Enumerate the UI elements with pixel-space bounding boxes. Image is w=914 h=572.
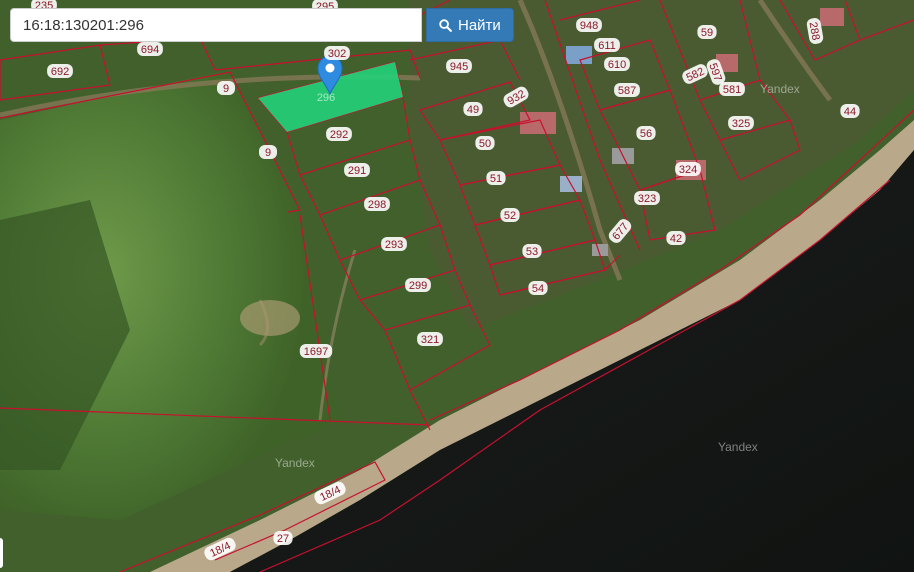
parcel-label-610: 610 — [604, 57, 630, 71]
svg-text:298: 298 — [368, 199, 386, 211]
svg-text:44: 44 — [844, 106, 856, 118]
svg-text:293: 293 — [385, 239, 403, 251]
svg-text:945: 945 — [450, 61, 468, 73]
yandex-watermark-2: Yandex — [718, 440, 758, 454]
svg-text:59: 59 — [701, 27, 713, 39]
svg-text:323: 323 — [638, 193, 656, 205]
svg-text:1697: 1697 — [304, 346, 328, 358]
svg-text:9: 9 — [223, 83, 229, 95]
svg-text:299: 299 — [409, 280, 427, 292]
yandex-watermark-1: Yandex — [275, 456, 315, 470]
svg-text:56: 56 — [640, 128, 652, 140]
parcel-label-945: 945 — [446, 59, 472, 73]
parcel-label-298: 298 — [364, 197, 390, 211]
svg-text:50: 50 — [479, 138, 491, 150]
parcel-label-1697: 1697 — [299, 344, 333, 358]
parcel-label-292: 292 — [326, 127, 352, 141]
parcel-label-42: 42 — [666, 231, 686, 245]
parcel-label-291: 291 — [344, 163, 370, 177]
parcel-label-581: 581 — [719, 82, 745, 96]
parcel-label-44: 44 — [840, 104, 860, 118]
selected-parcel-label: 296 — [317, 92, 335, 104]
svg-text:692: 692 — [51, 66, 69, 78]
yandex-watermark-3: Yandex — [760, 82, 800, 96]
parcel-label-49: 49 — [463, 102, 483, 116]
parcel-label-27: 27 — [273, 531, 293, 545]
svg-text:948: 948 — [580, 20, 598, 32]
svg-text:54: 54 — [532, 283, 544, 295]
parcel-label-692: 692 — [47, 64, 73, 78]
parcel-label-302: 302 — [324, 46, 350, 60]
svg-text:42: 42 — [670, 233, 682, 245]
parcel-label-694: 694 — [137, 42, 163, 56]
svg-text:321: 321 — [421, 334, 439, 346]
parcel-label-56: 56 — [636, 126, 656, 140]
parcel-label-323: 323 — [634, 191, 660, 205]
parcel-label-54: 54 — [528, 281, 548, 295]
svg-text:27: 27 — [277, 533, 289, 545]
parcel-label-59: 59 — [697, 25, 717, 39]
svg-text:581: 581 — [723, 84, 741, 96]
svg-text:49: 49 — [467, 104, 479, 116]
parcel-label-325: 325 — [728, 116, 754, 130]
parcel-label-299: 299 — [405, 278, 431, 292]
parcel-label-948: 948 — [576, 18, 602, 32]
svg-text:53: 53 — [526, 246, 538, 258]
search-input[interactable] — [10, 8, 422, 42]
parcel-label-321: 321 — [417, 332, 443, 346]
parcel-label-51: 51 — [486, 171, 506, 185]
parcel-label-52: 52 — [500, 208, 520, 222]
search-icon — [439, 18, 452, 32]
satellite-map[interactable]: 296 235 295694692302945992922912982932993… — [0, 0, 914, 572]
map-edge-control[interactable] — [0, 538, 3, 568]
parcel-label-293: 293 — [381, 237, 407, 251]
search-button-label: Найти — [458, 16, 501, 34]
svg-text:325: 325 — [732, 118, 750, 130]
parcel-label-53: 53 — [522, 244, 542, 258]
search-bar: Найти — [10, 8, 514, 42]
svg-text:9: 9 — [265, 147, 271, 159]
parcel-label-587: 587 — [614, 83, 640, 97]
svg-text:611: 611 — [598, 40, 616, 52]
svg-text:291: 291 — [348, 165, 366, 177]
svg-text:587: 587 — [618, 85, 636, 97]
svg-text:302: 302 — [328, 48, 346, 60]
sand-patch — [240, 300, 300, 336]
parcel-label-9: 9 — [259, 145, 277, 159]
svg-text:324: 324 — [679, 164, 697, 176]
svg-text:610: 610 — [608, 59, 626, 71]
svg-text:694: 694 — [141, 44, 159, 56]
svg-text:52: 52 — [504, 210, 516, 222]
parcel-label-611: 611 — [594, 38, 620, 52]
parcel-label-50: 50 — [475, 136, 495, 150]
parcel-label-324: 324 — [675, 162, 701, 176]
svg-text:292: 292 — [330, 129, 348, 141]
parcel-label-9: 9 — [217, 81, 235, 95]
search-button[interactable]: Найти — [426, 8, 514, 42]
svg-text:51: 51 — [490, 173, 502, 185]
